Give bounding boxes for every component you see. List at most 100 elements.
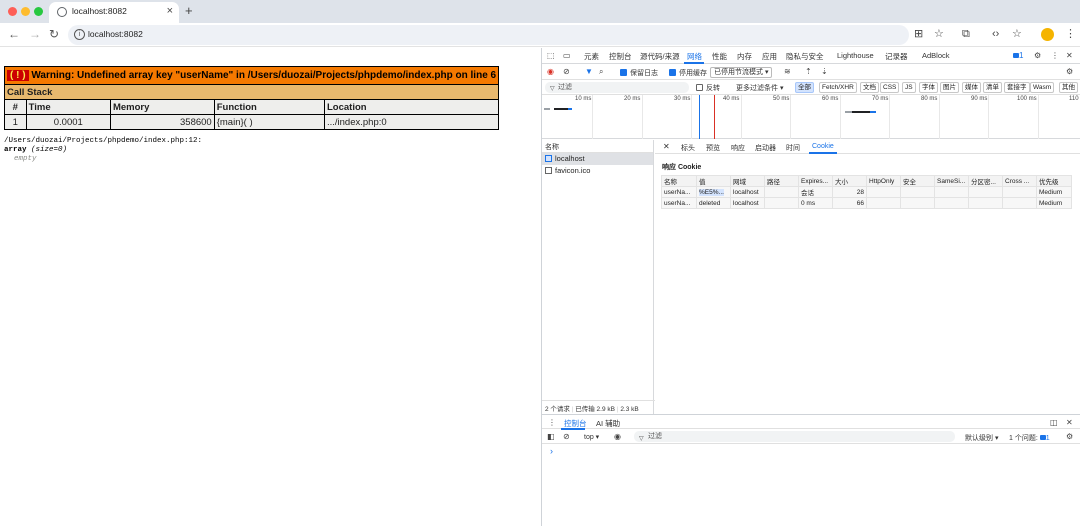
search-icon[interactable]: ⌕ bbox=[599, 67, 603, 77]
type-filter-media[interactable]: 媒体 bbox=[962, 82, 981, 93]
cookie-row[interactable]: userNa... %E5%... localhost 会话 28 Medium bbox=[661, 186, 1072, 198]
disable-cache-checkbox[interactable] bbox=[669, 69, 676, 76]
browser-tab[interactable]: localhost:8082 × bbox=[49, 2, 179, 23]
profile-avatar[interactable] bbox=[1041, 28, 1054, 41]
bookmark-star-icon[interactable]: ☆ bbox=[934, 27, 944, 41]
tab-performance[interactable]: 性能 bbox=[712, 51, 727, 62]
close-window-button[interactable] bbox=[8, 7, 17, 16]
type-filter-css[interactable]: CSS bbox=[880, 82, 900, 93]
tab-adblock[interactable]: AdBlock bbox=[922, 51, 950, 60]
type-filter-img[interactable]: 图片 bbox=[940, 82, 959, 93]
console-prompt[interactable]: › bbox=[550, 446, 553, 456]
import-har-icon[interactable]: ⇡ bbox=[805, 67, 812, 77]
column-header[interactable]: 网域 bbox=[730, 175, 765, 187]
column-header[interactable]: 路径 bbox=[764, 175, 799, 187]
new-tab-button[interactable]: + bbox=[185, 3, 193, 18]
tab-preview[interactable]: 预览 bbox=[706, 143, 720, 153]
tab-network[interactable]: 网络 bbox=[687, 51, 702, 62]
console-settings-gear-icon[interactable]: ⚙ bbox=[1066, 432, 1073, 442]
console-filter-input[interactable]: 过滤 bbox=[634, 431, 955, 442]
tab-privacy-security[interactable]: 隐私与安全 bbox=[786, 51, 824, 62]
type-filter-other[interactable]: 其他 bbox=[1059, 82, 1078, 93]
live-expression-eye-icon[interactable]: ◉ bbox=[614, 432, 621, 442]
request-row[interactable]: localhost bbox=[542, 153, 653, 165]
type-filter-manifest[interactable]: 清单 bbox=[983, 82, 1002, 93]
column-header[interactable]: 分区密... bbox=[968, 175, 1003, 187]
tab-application[interactable]: 应用 bbox=[762, 51, 777, 62]
device-toolbar-icon[interactable]: ▭ bbox=[563, 51, 571, 61]
name-column-header[interactable]: 名称 bbox=[542, 140, 653, 153]
sidebar-toggle-icon[interactable]: ◧ bbox=[547, 432, 555, 442]
throttle-select[interactable]: 已停用节流模式 ▾ bbox=[710, 67, 773, 78]
close-drawer-icon[interactable]: ✕ bbox=[1066, 418, 1073, 428]
reload-icon[interactable]: ↻ bbox=[49, 27, 59, 41]
tab-headers[interactable]: 标头 bbox=[681, 143, 695, 153]
minimize-window-button[interactable] bbox=[21, 7, 30, 16]
record-stop-icon[interactable]: ◉ bbox=[547, 67, 554, 77]
tab-recorder[interactable]: 记录器 bbox=[885, 51, 908, 62]
tab-lighthouse[interactable]: Lighthouse bbox=[837, 51, 874, 60]
column-header[interactable]: Cross ... bbox=[1002, 175, 1037, 187]
inspect-element-icon[interactable]: ⬚ bbox=[547, 51, 555, 61]
extensions-icon[interactable]: ⧉ bbox=[962, 27, 970, 41]
preserve-log-checkbox[interactable] bbox=[620, 69, 627, 76]
type-filter-all[interactable]: 全部 bbox=[795, 82, 814, 93]
maximize-window-button[interactable] bbox=[34, 7, 43, 16]
tab-memory[interactable]: 内存 bbox=[737, 51, 752, 62]
column-header[interactable]: HttpOnly bbox=[866, 175, 901, 187]
column-header[interactable]: 名称 bbox=[661, 175, 697, 187]
tab-response[interactable]: 响应 bbox=[731, 143, 745, 153]
column-header[interactable]: SameSi... bbox=[934, 175, 969, 187]
issues-badge[interactable]: 1 bbox=[1013, 51, 1023, 61]
tab-close-button[interactable]: × bbox=[167, 5, 173, 17]
network-overview-timeline[interactable]: 10 ms 20 ms 30 ms 40 ms 50 ms 60 ms 70 m… bbox=[542, 95, 1080, 139]
context-selector[interactable]: top ▾ bbox=[584, 433, 599, 441]
network-filter-input[interactable]: 过滤 bbox=[545, 82, 689, 93]
filter-funnel-icon[interactable]: ▼ bbox=[585, 67, 593, 77]
column-header[interactable]: 安全 bbox=[900, 175, 935, 187]
more-filters-dropdown[interactable]: 更多过滤条件 ▾ bbox=[736, 83, 783, 93]
log-level-select[interactable]: 默认级别 ▾ bbox=[965, 433, 998, 443]
star-icon[interactable]: ☆ bbox=[1012, 27, 1022, 41]
menu-dots-icon[interactable]: ⋮ bbox=[1065, 27, 1076, 41]
export-har-icon[interactable]: ⇣ bbox=[821, 67, 828, 77]
type-filter-socket[interactable]: 套接字 bbox=[1004, 82, 1030, 93]
issues-count-link[interactable]: 1 个问题: 1 bbox=[1009, 433, 1050, 443]
tab-console[interactable]: 控制台 bbox=[609, 51, 632, 62]
drawer-menu-icon[interactable]: ⋮ bbox=[548, 418, 556, 428]
type-filter-fetch-xhr[interactable]: Fetch/XHR bbox=[819, 82, 857, 93]
close-detail-icon[interactable]: ✕ bbox=[663, 142, 670, 151]
close-devtools-icon[interactable]: ✕ bbox=[1066, 51, 1073, 61]
column-header[interactable]: 大小 bbox=[832, 175, 867, 187]
network-settings-gear-icon[interactable]: ⚙ bbox=[1066, 67, 1073, 77]
network-conditions-icon[interactable]: ≋ bbox=[784, 67, 791, 77]
dock-panel-icon[interactable]: ◫ bbox=[1050, 418, 1058, 428]
settings-gear-icon[interactable]: ⚙ bbox=[1034, 51, 1041, 61]
site-info-icon[interactable]: i bbox=[74, 29, 85, 40]
column-header[interactable]: 优先级 bbox=[1036, 175, 1072, 187]
back-arrow-icon[interactable]: ← bbox=[8, 27, 20, 41]
column-header[interactable]: 值 bbox=[696, 175, 731, 187]
tab-elements[interactable]: 元素 bbox=[584, 51, 599, 62]
clear-log-icon[interactable]: ⊘ bbox=[563, 67, 570, 77]
type-filter-wasm[interactable]: Wasm bbox=[1030, 82, 1055, 93]
invert-checkbox[interactable] bbox=[696, 84, 703, 91]
column-header[interactable]: Expires... bbox=[798, 175, 833, 187]
more-options-icon[interactable]: ⋮ bbox=[1051, 51, 1059, 61]
tab-initiator[interactable]: 启动器 bbox=[755, 143, 776, 153]
address-bar[interactable]: i localhost:8082 bbox=[68, 25, 909, 45]
address-url[interactable]: localhost:8082 bbox=[88, 29, 143, 39]
tab-sources[interactable]: 源代码/来源 bbox=[640, 51, 680, 62]
translate-icon[interactable]: ⊞ bbox=[914, 27, 923, 41]
code-icon[interactable]: ‹› bbox=[992, 27, 999, 41]
type-filter-font[interactable]: 字体 bbox=[919, 82, 938, 93]
tab-cookies[interactable]: Cookie bbox=[812, 143, 834, 150]
tab-timing[interactable]: 时间 bbox=[786, 143, 800, 153]
type-filter-js[interactable]: JS bbox=[902, 82, 916, 93]
forward-arrow-icon[interactable]: → bbox=[29, 27, 41, 41]
cookie-row[interactable]: userNa... deleted localhost 0 ms 66 Medi… bbox=[661, 197, 1072, 209]
clear-console-icon[interactable]: ⊘ bbox=[563, 432, 570, 442]
drawer-tab-ai-assistance[interactable]: AI 辅助 bbox=[596, 418, 620, 429]
type-filter-doc[interactable]: 文档 bbox=[860, 82, 879, 93]
request-row[interactable]: favicon.ico bbox=[542, 165, 653, 177]
